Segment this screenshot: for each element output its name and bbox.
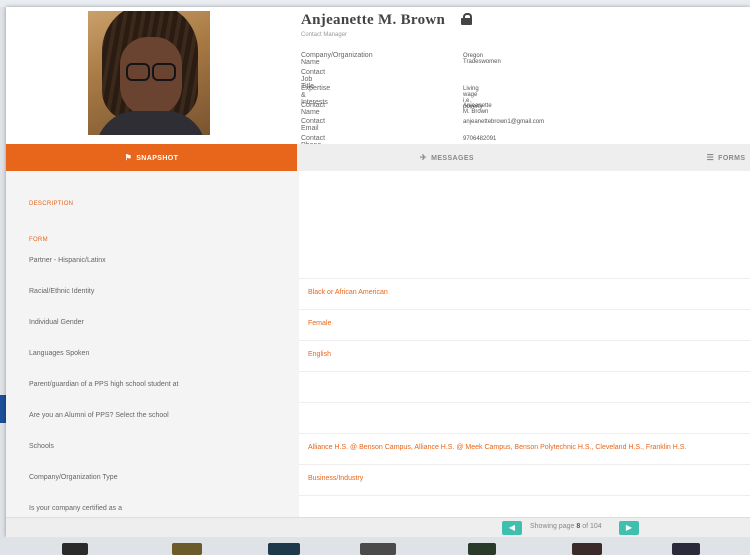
pagination-text: Showing page 8 of 104 [530, 523, 602, 530]
field-label: Individual Gender [29, 319, 84, 326]
info-value: 9706482091 [463, 135, 497, 142]
section-header-form: FORM [29, 237, 48, 243]
section-header-description: DESCRIPTION [29, 201, 74, 207]
prev-page-button[interactable]: ◀ [502, 521, 522, 535]
info-label: Contact Name [301, 101, 326, 116]
tab-messages[interactable]: ✈ MESSAGES [297, 144, 597, 171]
info-value: Anjeanette M. Brown [463, 102, 492, 115]
form-row: Company/Organization Type Business/Indus… [6, 465, 750, 496]
snapshot-content: DESCRIPTION FORM Partner - Hispanic/Lati… [6, 171, 750, 517]
next-page-button[interactable]: ▶ [619, 521, 639, 535]
field-value: Black or African American [308, 289, 388, 296]
field-label: Schools [29, 443, 54, 450]
contact-profile-panel: Anjeanette M. Brown Contact Manager Comp… [6, 7, 750, 537]
field-label: Partner - Hispanic/Latinx [29, 257, 106, 264]
total-pages: 104 [589, 523, 602, 530]
lock-icon [461, 13, 472, 25]
field-value: Business/Industry [308, 475, 364, 482]
form-row: Racial/Ethnic Identity Black or African … [6, 279, 750, 310]
field-label: Is your company certified as a [29, 505, 122, 512]
pagination-bar: ◀ Showing page 8 of 104 ▶ [6, 517, 750, 537]
field-label: Languages Spoken [29, 350, 90, 357]
contact-role: Contact Manager [301, 32, 348, 38]
form-row: Schools Alliance H.S. @ Benson Campus, A… [6, 434, 750, 465]
form-row: Individual Gender Female [6, 310, 750, 341]
info-label: Company/Organization Name [301, 52, 373, 66]
field-value: Female [308, 320, 332, 327]
field-value: Alliance H.S. @ Benson Campus, Alliance … [308, 444, 687, 451]
tab-label: MESSAGES [431, 155, 474, 162]
flag-icon: ⚑ [124, 153, 133, 162]
paper-plane-icon: ✈ [420, 153, 428, 162]
form-row: Languages Spoken English [6, 341, 750, 372]
field-label: Company/Organization Type [29, 474, 118, 481]
background-window-strip [0, 0, 750, 7]
info-value: Oregon Tradeswomen [463, 53, 501, 65]
tab-label: SNAPSHOT [136, 155, 179, 162]
contact-name-heading: Anjeanette M. Brown [301, 12, 446, 28]
current-page: 8 [576, 523, 581, 530]
form-row: Are you an Alumni of PPS? Select the sch… [6, 403, 750, 434]
field-label: Racial/Ethnic Identity [29, 288, 95, 295]
field-label: Are you an Alumni of PPS? Select the sch… [29, 412, 169, 419]
info-label: Contact Email [301, 118, 326, 132]
field-label: Parent/guardian of a PPS high school stu… [29, 381, 179, 388]
tab-label: FORMS [718, 155, 746, 162]
field-value: English [308, 351, 331, 358]
background-thumbnail-strip [0, 537, 750, 555]
email-link[interactable]: anjeanettebrown1@gmail.com [463, 119, 544, 125]
form-row: Partner - Hispanic/Latinx [6, 248, 750, 279]
form-row: Parent/guardian of a PPS high school stu… [6, 372, 750, 403]
tab-forms[interactable]: ☰ FORMS [686, 144, 750, 171]
profile-photo [88, 11, 210, 135]
tab-snapshot[interactable]: ⚑ SNAPSHOT [6, 144, 297, 171]
profile-tabs: ⚑ SNAPSHOT ✈ MESSAGES ☰ FORMS [6, 144, 750, 172]
list-icon: ☰ [706, 153, 715, 162]
